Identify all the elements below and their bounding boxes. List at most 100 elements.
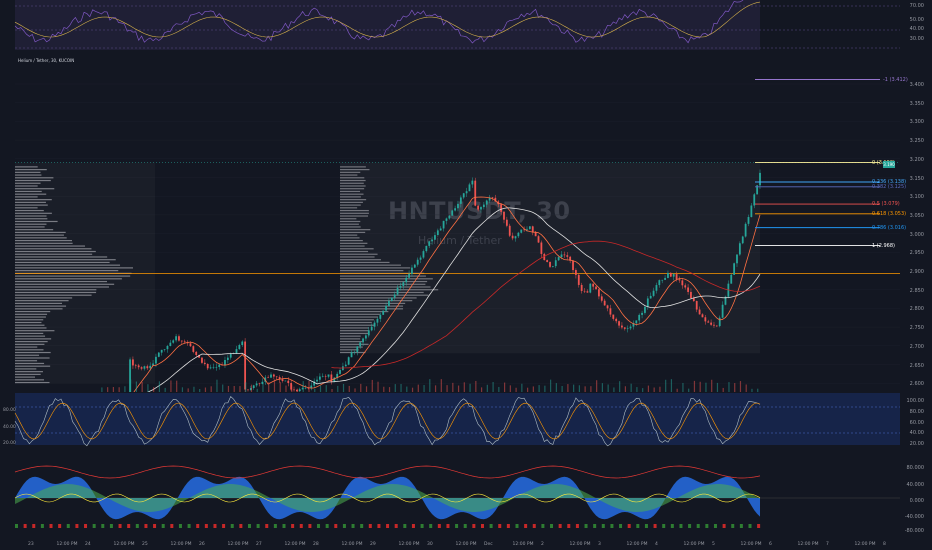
- candle-body: [316, 379, 318, 382]
- volume-bar: [417, 384, 419, 392]
- stoch-axis-label: 80.00: [909, 409, 924, 415]
- candle-body: [718, 317, 721, 327]
- oscillator-panel[interactable]: [0, 462, 932, 532]
- candle-body: [678, 279, 681, 281]
- volume-bar: [296, 388, 299, 392]
- signal-bar: [101, 524, 105, 528]
- time-axis[interactable]: 23 12:00 PM 24 12:00 PM 25 12:00 PM 26 12:00 PM…: [0, 540, 932, 550]
- volume-profile-bar: [15, 196, 38, 198]
- candle-body: [695, 301, 698, 310]
- candle-body: [658, 280, 661, 286]
- volume-profile-bar: [15, 166, 38, 168]
- volume-bar: [112, 386, 114, 392]
- volume-bar: [636, 387, 638, 392]
- candle-body: [575, 270, 577, 275]
- signal-bar: [273, 524, 277, 528]
- candle-body: [160, 349, 163, 353]
- signal-bar: [92, 524, 96, 528]
- signal-bar: [178, 524, 182, 528]
- volume-bar: [475, 380, 477, 392]
- candle-body: [546, 260, 549, 262]
- volume-bar: [331, 388, 333, 392]
- candle-body: [206, 363, 209, 369]
- osc-axis-label: -80.000: [904, 528, 924, 534]
- candle-body: [520, 229, 523, 233]
- signal-bar: [446, 524, 450, 528]
- time-axis-label: 12:00 PM: [341, 542, 363, 547]
- candle-body: [672, 274, 675, 277]
- signal-bar: [636, 524, 640, 528]
- candle-body: [485, 200, 488, 205]
- candle-body: [281, 379, 284, 382]
- candle-body: [408, 273, 410, 278]
- volume-profile-bar: [340, 338, 361, 340]
- volume-profile-bar: [15, 234, 64, 236]
- volume-profile-bar: [15, 220, 58, 223]
- volume-profile-bar: [340, 341, 363, 343]
- volume-bar: [550, 379, 552, 392]
- volume-bar: [647, 385, 650, 392]
- candle-body: [612, 314, 615, 319]
- volume-bar: [503, 382, 506, 392]
- price-panel[interactable]: [0, 62, 932, 392]
- stoch-axis-label: 60.00: [909, 420, 924, 426]
- candle-body: [166, 345, 169, 350]
- signal-bar: [670, 524, 674, 528]
- candle-body: [252, 385, 255, 389]
- volume-bar: [457, 385, 460, 392]
- volume-bar: [693, 380, 696, 392]
- volume-profile-bar: [340, 171, 361, 173]
- volume-profile-bar: [340, 308, 404, 310]
- time-axis-label: 3: [598, 542, 601, 547]
- volume-bar: [688, 388, 690, 392]
- volume-bar: [262, 382, 264, 392]
- volume-profile-bar: [15, 343, 45, 345]
- rsi-panel[interactable]: 70.00 50.00 40.00 30.00: [0, 0, 932, 55]
- candle-body: [201, 357, 203, 363]
- volume-profile-bar: [340, 237, 360, 239]
- volume-bar: [227, 385, 230, 392]
- volume-bar: [527, 387, 529, 392]
- price-axis-label: 2.850: [909, 287, 924, 294]
- candle-body: [416, 259, 419, 265]
- fib-level-label: 0.618 (3.053): [872, 210, 907, 217]
- stoch-panel[interactable]: [0, 393, 932, 461]
- volume-bar: [670, 379, 673, 392]
- candle-body: [471, 180, 474, 185]
- candle-body: [451, 210, 454, 216]
- volume-profile-bar: [340, 204, 361, 206]
- candle-body: [321, 376, 324, 377]
- candle-body: [235, 349, 238, 354]
- volume-profile-bar: [340, 242, 368, 244]
- time-axis-label: 25: [142, 542, 148, 547]
- volume-bar: [757, 388, 759, 392]
- time-axis-label: 6: [769, 542, 772, 547]
- volume-bar: [308, 380, 310, 392]
- volume-bar: [250, 384, 253, 392]
- volume-profile-bar: [15, 209, 44, 212]
- stoch-left-label: 40.00: [3, 425, 16, 430]
- volume-profile-bar: [15, 362, 45, 365]
- signal-bar: [58, 524, 62, 528]
- candle-body: [376, 318, 379, 323]
- volume-bar: [319, 385, 322, 392]
- candle-body: [272, 374, 275, 377]
- candle-body: [482, 204, 485, 208]
- candle-body: [537, 236, 540, 243]
- candle-body: [324, 376, 327, 377]
- candle-body: [738, 243, 741, 255]
- volume-bar: [492, 381, 494, 392]
- rsi-axis-label: 50.00: [909, 17, 924, 23]
- signal-bar: [144, 524, 148, 528]
- candle-body: [396, 287, 399, 295]
- price-axis-label: 3.300: [909, 119, 924, 126]
- volume-bar: [285, 385, 287, 392]
- candle-body: [664, 277, 666, 280]
- volume-bar: [147, 384, 149, 392]
- candle-body: [385, 306, 387, 311]
- signal-bar: [558, 524, 562, 528]
- price-axis-label: 3.150: [909, 175, 924, 182]
- volume-profile-bar: [15, 231, 66, 234]
- volume-profile-bar: [340, 330, 370, 332]
- volume-bar: [239, 386, 241, 392]
